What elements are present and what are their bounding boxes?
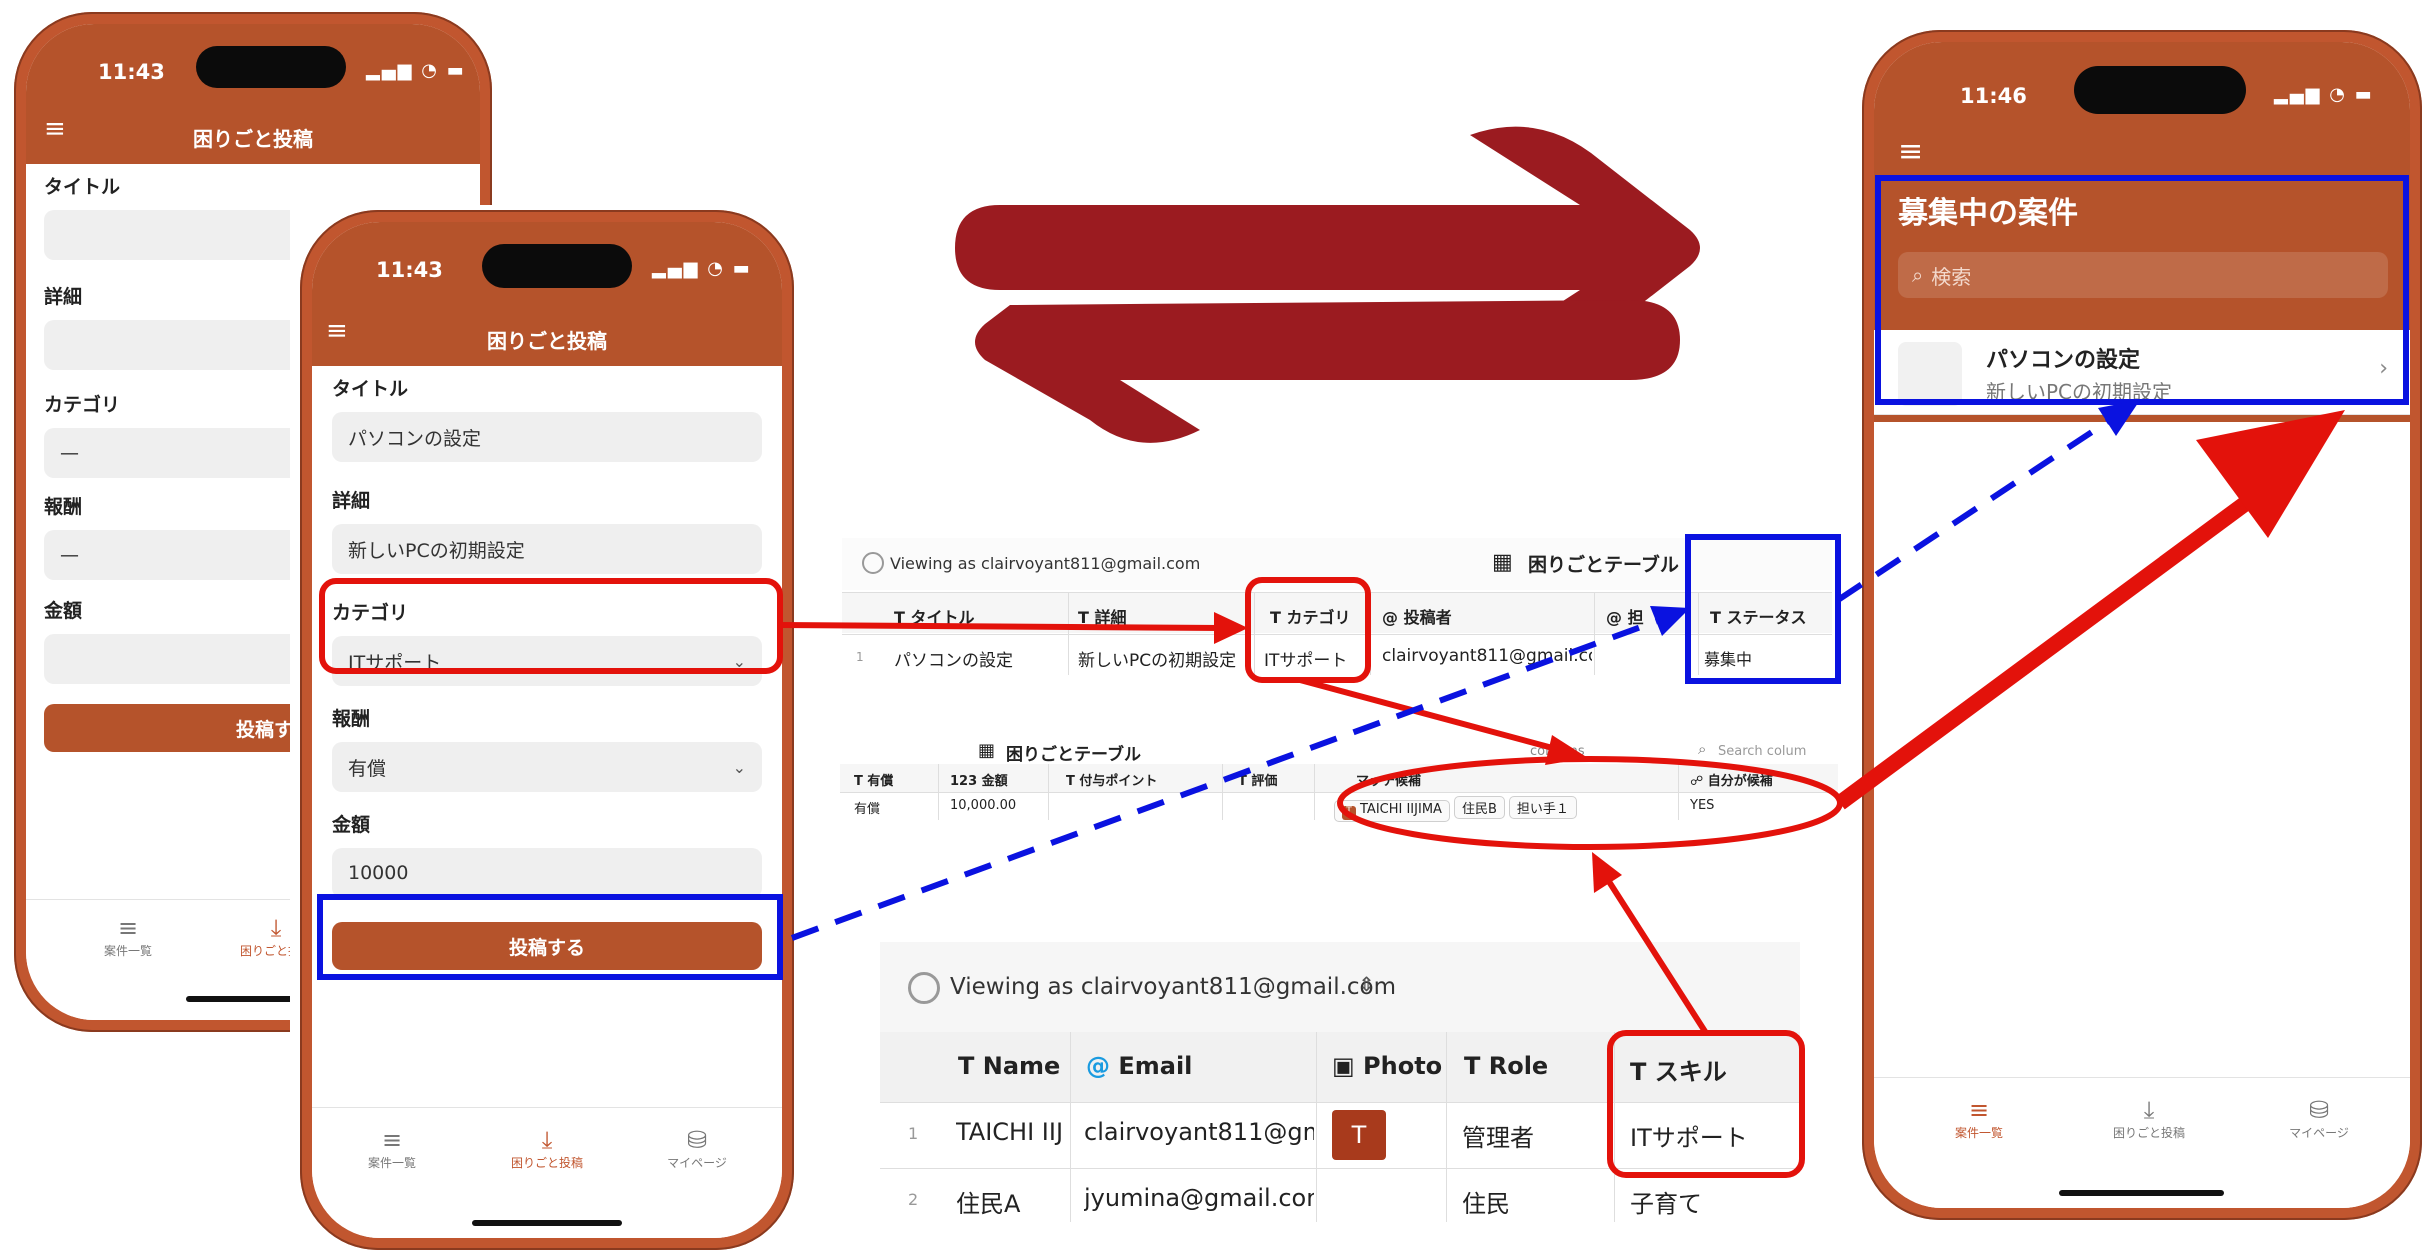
sync-arrows-icon bbox=[955, 126, 1700, 443]
highlight-category-column bbox=[1245, 577, 1371, 683]
arrow-submit-to-status bbox=[790, 617, 1662, 941]
highlight-category-field bbox=[319, 578, 783, 674]
highlight-match-candidates bbox=[1337, 756, 1843, 850]
arrowhead bbox=[1650, 606, 1690, 636]
arrow-column-to-match bbox=[1299, 677, 1561, 753]
highlight-submit-button bbox=[317, 894, 783, 980]
arrowhead bbox=[1592, 852, 1622, 893]
annotation-overlay bbox=[317, 126, 2409, 1178]
highlight-skill-column bbox=[1607, 1030, 1805, 1178]
highlight-status-column bbox=[1685, 534, 1841, 684]
arrow-status-to-list bbox=[1836, 417, 2112, 603]
highlight-case-list bbox=[1875, 175, 2409, 405]
arrow-match-to-list bbox=[1835, 493, 2255, 810]
arrowhead bbox=[2098, 400, 2140, 436]
arrow-skill-to-match bbox=[1605, 878, 1709, 1035]
arrowhead bbox=[1214, 612, 1248, 644]
arrow-category-to-column bbox=[779, 622, 1223, 631]
